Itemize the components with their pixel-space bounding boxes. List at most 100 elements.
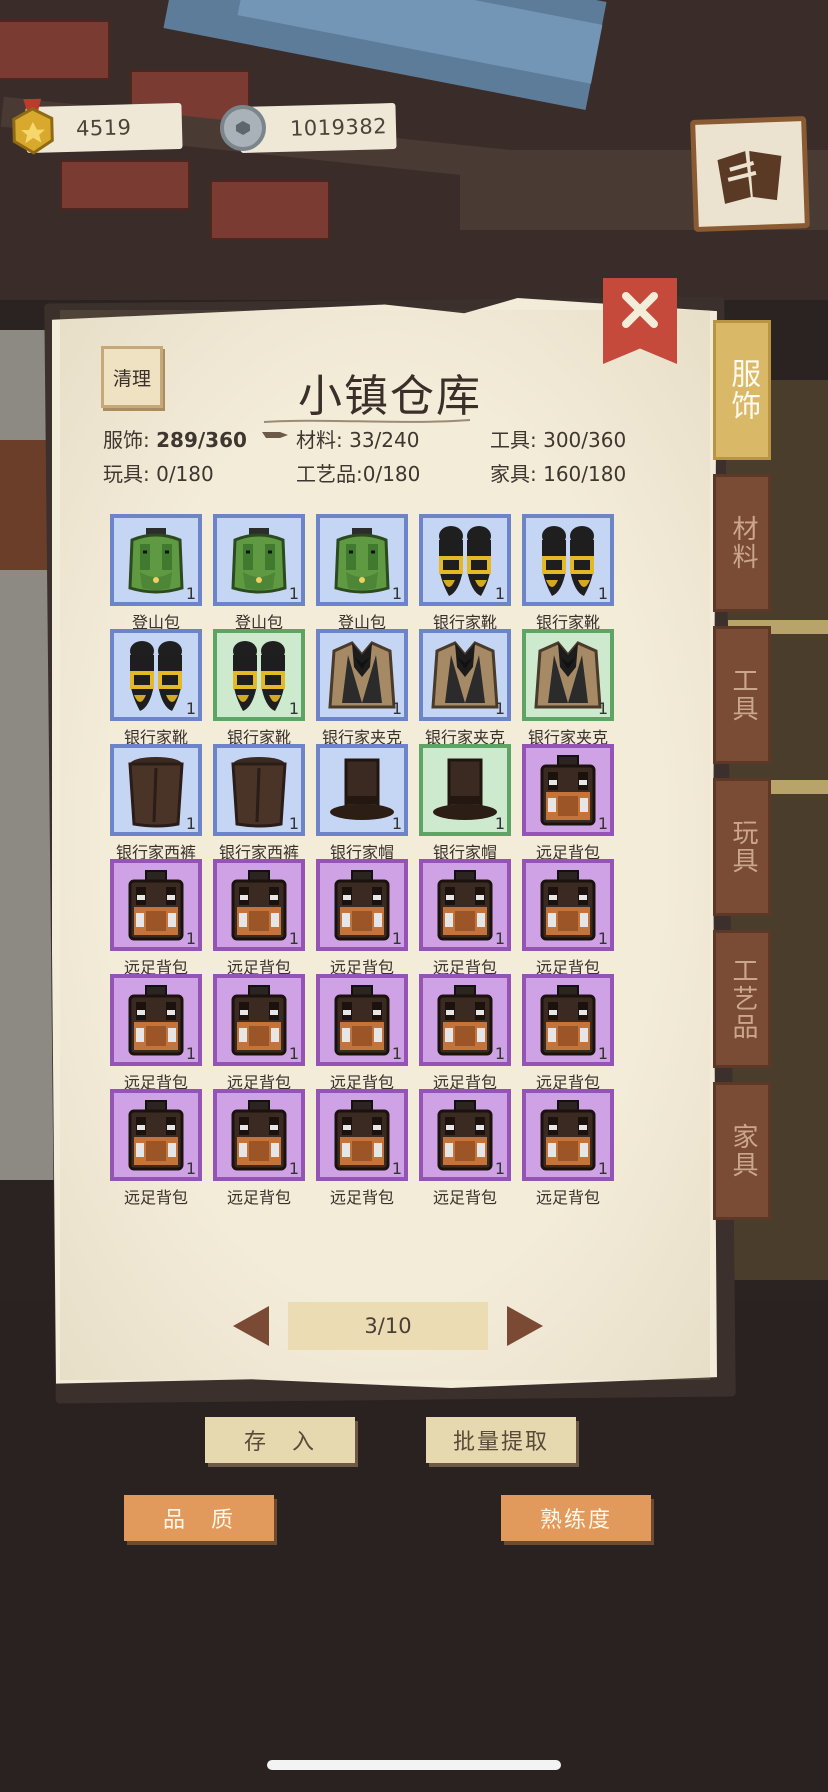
inventory-slot[interactable]: 1 银行家西裤	[108, 742, 204, 872]
slot-quantity: 1	[288, 1159, 299, 1178]
proficiency-sort-button[interactable]: 熟练度	[501, 1495, 651, 1541]
slot-item-name: 远足背包	[329, 1188, 394, 1207]
slot-quantity: 1	[185, 1159, 196, 1178]
stat-toys: 玩具: 0/180	[103, 462, 214, 486]
inventory-slot[interactable]: 1 远足背包	[417, 1087, 513, 1217]
inventory-slot[interactable]: 1 银行家帽	[417, 742, 513, 872]
inventory-slot[interactable]: 1 远足背包	[417, 972, 513, 1102]
inventory-slot[interactable]: 1 银行家靴	[108, 627, 204, 757]
black-boots-icon	[120, 637, 192, 713]
inventory-slot[interactable]: 1 远足背包	[314, 857, 410, 987]
inventory-slot[interactable]: 1 远足背包	[520, 1087, 616, 1217]
slot-quantity: 1	[391, 584, 402, 603]
top-hat-icon	[326, 752, 398, 828]
prev-page-arrow-icon[interactable]	[233, 1306, 269, 1346]
quality-sort-button[interactable]: 品 质	[124, 1495, 274, 1541]
inventory-slot[interactable]: 1 远足背包	[417, 857, 513, 987]
slot-quantity: 1	[494, 584, 505, 603]
brown-backpack-icon	[532, 752, 604, 828]
stat-furniture: 家具: 160/180	[490, 462, 627, 486]
inventory-slot[interactable]: 1 银行家西裤	[211, 742, 307, 872]
stat-tools: 工具: 300/360	[490, 428, 627, 452]
next-page-arrow-icon[interactable]	[507, 1306, 543, 1346]
inventory-slot[interactable]: 1 银行家夹克	[314, 627, 410, 757]
inventory-slot[interactable]: 1 远足背包	[314, 1087, 410, 1217]
slot-quantity: 1	[597, 584, 608, 603]
inventory-slot[interactable]: 1 银行家帽	[314, 742, 410, 872]
slot-quantity: 1	[494, 929, 505, 948]
home-indicator	[267, 1760, 561, 1770]
tab-crafts-label: 工艺品	[727, 957, 758, 1041]
close-icon	[622, 292, 658, 328]
slot-quantity: 1	[288, 1044, 299, 1063]
inventory-slot[interactable]: 1 远足背包	[108, 972, 204, 1102]
inventory-slot[interactable]: 1 远足背包	[520, 857, 616, 987]
inventory-slot[interactable]: 1 银行家夹克	[520, 627, 616, 757]
stat-crafts: 工艺品:0/180	[296, 462, 421, 486]
inventory-slot[interactable]: 1 银行家靴	[211, 627, 307, 757]
brown-backpack-icon	[120, 1097, 192, 1173]
slot-quantity: 1	[185, 929, 196, 948]
slot-quantity: 1	[391, 1044, 402, 1063]
tab-furniture-label: 家具	[727, 1123, 758, 1179]
inventory-slot[interactable]: 1 远足背包	[211, 972, 307, 1102]
brown-backpack-icon	[326, 1097, 398, 1173]
tab-toys[interactable]: 玩具	[713, 778, 771, 916]
tab-furniture[interactable]: 家具	[713, 1082, 771, 1220]
green-backpack-icon	[120, 522, 192, 598]
inventory-slot[interactable]: 1 远足背包	[211, 857, 307, 987]
stat-clothing-value: 289/360	[156, 428, 247, 452]
inventory-slot[interactable]: 1 远足背包	[211, 1087, 307, 1217]
inventory-slot[interactable]: 1 登山包	[108, 512, 204, 642]
black-boots-icon	[223, 637, 295, 713]
green-backpack-icon	[326, 522, 398, 598]
inventory-slot[interactable]: 1 远足背包	[314, 972, 410, 1102]
brown-backpack-icon	[326, 982, 398, 1058]
brown-backpack-icon	[532, 1097, 604, 1173]
brown-backpack-icon	[120, 867, 192, 943]
batch-withdraw-button[interactable]: 批量提取	[426, 1417, 576, 1463]
brown-backpack-icon	[223, 1097, 295, 1173]
jacket-icon	[326, 637, 398, 713]
inventory-slot[interactable]: 1 登山包	[211, 512, 307, 642]
inventory-slot[interactable]: 1 远足背包	[520, 742, 616, 872]
stat-clothing-label: 服饰:	[103, 428, 150, 452]
black-boots-icon	[429, 522, 501, 598]
inventory-slot[interactable]: 1 远足背包	[520, 972, 616, 1102]
journal-book-icon	[717, 151, 782, 204]
slot-quantity: 1	[391, 699, 402, 718]
slot-quantity: 1	[185, 1044, 196, 1063]
brown-backpack-icon	[429, 867, 501, 943]
silver-currency: 1019382	[219, 102, 397, 154]
tab-materials-label: 材料	[727, 515, 758, 571]
slot-quantity: 1	[185, 584, 196, 603]
jacket-icon	[429, 637, 501, 713]
slot-quantity: 1	[494, 1159, 505, 1178]
slot-quantity: 1	[597, 1159, 608, 1178]
slot-quantity: 1	[391, 929, 402, 948]
clean-button[interactable]: 清理	[101, 346, 163, 408]
gold-medal-icon	[12, 98, 54, 155]
inventory-slot[interactable]: 1 银行家靴	[417, 512, 513, 642]
inventory-slot[interactable]: 1 登山包	[314, 512, 410, 642]
green-backpack-icon	[223, 522, 295, 598]
deposit-button[interactable]: 存 入	[205, 1417, 355, 1463]
inventory-slot[interactable]: 1 远足背包	[108, 1087, 204, 1217]
slot-quantity: 1	[494, 699, 505, 718]
tab-tools[interactable]: 工具	[713, 626, 771, 764]
slot-quantity: 1	[597, 814, 608, 833]
inventory-slot[interactable]: 1 远足背包	[108, 857, 204, 987]
tab-clothing-label: 服饰	[725, 358, 761, 422]
tab-materials[interactable]: 材料	[713, 474, 771, 612]
journal-button[interactable]	[690, 116, 810, 232]
trousers-icon	[120, 752, 192, 828]
tab-crafts[interactable]: 工艺品	[713, 930, 771, 1068]
inventory-slot[interactable]: 1 银行家靴	[520, 512, 616, 642]
slot-item-name: 远足背包	[535, 1188, 600, 1207]
inventory-slot[interactable]: 1 银行家夹克	[417, 627, 513, 757]
tab-clothing[interactable]: 服饰	[713, 320, 771, 460]
brown-backpack-icon	[429, 1097, 501, 1173]
tab-toys-label: 玩具	[727, 819, 758, 875]
stat-materials: 材料: 33/240	[296, 428, 420, 452]
trousers-icon	[223, 752, 295, 828]
